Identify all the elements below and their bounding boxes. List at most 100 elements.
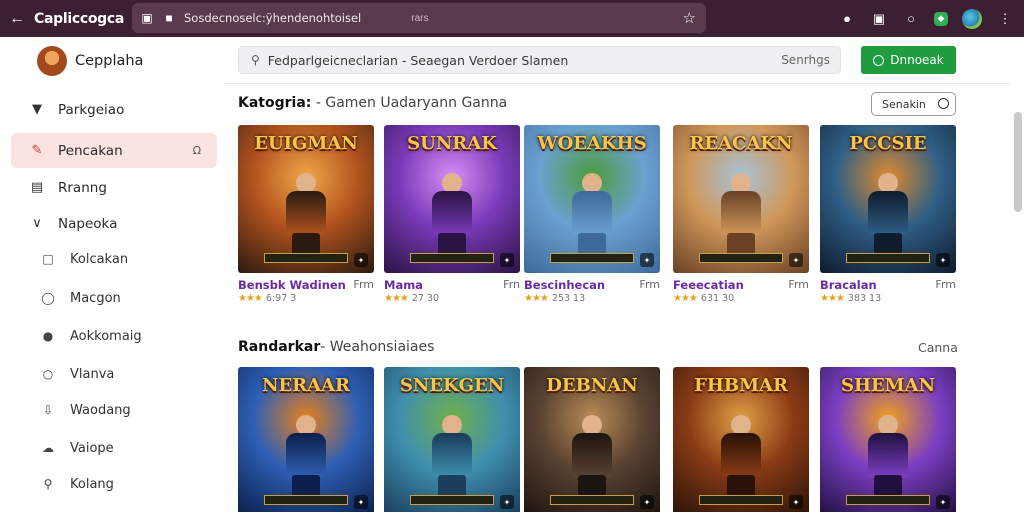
- lock-icon[interactable]: ■: [162, 11, 176, 25]
- game-meta: Frm: [935, 278, 956, 291]
- game-card[interactable]: SUNRAK ✦ Mama Frn ★★★ 27 30: [384, 125, 520, 304]
- search-input[interactable]: ⚲ Fedparlgeicneclarian - Seaegan Verdoer…: [238, 46, 841, 74]
- extension-icon[interactable]: ◆: [934, 11, 948, 26]
- game-meta: Frm: [353, 278, 374, 291]
- cover-banner: [410, 495, 494, 505]
- star-icon[interactable]: ☆: [683, 9, 696, 27]
- headset-icon[interactable]: Ω: [193, 144, 201, 157]
- game-cover-image[interactable]: SUNRAK ✦: [384, 125, 520, 273]
- game-cover-image[interactable]: SNEKGEN ✦: [384, 367, 520, 512]
- star-rating-icon: ★★★: [820, 293, 845, 304]
- sidebar-item-napeoka[interactable]: ∨ Napeoka: [11, 206, 217, 241]
- game-name-text: Bracalan: [820, 278, 877, 292]
- gamepad-icon: ✦: [354, 253, 368, 267]
- circle-icon: ○: [42, 367, 54, 381]
- game-rating: ★★★ 253 13: [524, 293, 660, 304]
- game-cover-image[interactable]: SHEMAN ✦: [820, 367, 956, 512]
- primary-action-button[interactable]: Dnnoeak: [861, 46, 956, 74]
- game-cover-image[interactable]: DEBNAN ✦: [524, 367, 660, 512]
- game-card[interactable]: PCCSIE ✦ Bracalan Frm ★★★ 383 13: [820, 125, 956, 304]
- game-cover-title: SNEKGEN: [399, 375, 505, 396]
- sidebar-item-rranng[interactable]: ▤ Rranng: [11, 170, 217, 205]
- sidebar-subitem-label: Kolang: [70, 476, 114, 492]
- sidebar-item-label: Parkgeiao: [58, 101, 125, 118]
- search-text: Fedparlgeicneclarian - Seaegan Verdoer S…: [267, 52, 569, 68]
- game-card[interactable]: WOEAKHS ✦ Bescinhecan Frm ★★★ 253 13: [524, 125, 660, 304]
- sidebar-subitem-label: Aokkomaig: [70, 328, 142, 344]
- address-bar[interactable]: ▣ ■ Sosdecnoselc:ÿhendenohtoisel rars ☆: [132, 3, 706, 33]
- sidebar-subitem-vlanva[interactable]: ○ Vlanva: [40, 359, 220, 389]
- sidebar-subitem-label: Kolcakan: [70, 251, 129, 267]
- hero-figure: [860, 415, 916, 497]
- section-more-link[interactable]: Canna: [918, 340, 958, 355]
- hero-figure: [860, 173, 916, 255]
- sidebar-subitem-aokkomaig[interactable]: ● Aokkomaig: [40, 321, 220, 351]
- url-text: Sosdecnoselc:ÿhendenohtoisel: [184, 11, 362, 25]
- sidebar-subitem-vaiope[interactable]: ☁ Vaiope: [40, 433, 220, 463]
- game-name[interactable]: Mama Frn: [384, 278, 520, 292]
- lens-icon[interactable]: ▣: [870, 10, 888, 28]
- game-cover-image[interactable]: PCCSIE ✦: [820, 125, 956, 273]
- kebab-icon[interactable]: ⋮: [996, 10, 1014, 28]
- game-name[interactable]: Feeecatian Frm: [673, 278, 809, 292]
- sidebar-item-parkgeiao[interactable]: ▼ Parkgeiao: [11, 92, 217, 127]
- circle-icon[interactable]: ○: [902, 10, 920, 28]
- game-cover-image[interactable]: EUIGMAN ✦: [238, 125, 374, 273]
- game-card[interactable]: FHBMAR ✦: [673, 367, 809, 512]
- puzzle-icon[interactable]: ●: [838, 10, 856, 28]
- back-arrow-icon[interactable]: ←: [0, 0, 34, 37]
- game-name[interactable]: Bensbk Wadinen Frm: [238, 278, 374, 292]
- rating-value: 631 30: [700, 293, 735, 304]
- game-rating: ★★★ 6:97 3: [238, 293, 374, 304]
- avatar-icon[interactable]: [962, 8, 982, 29]
- game-cover-title: PCCSIE: [849, 133, 927, 154]
- game-rating: ★★★ 383 13: [820, 293, 956, 304]
- search-hint[interactable]: Senrhgs: [781, 53, 830, 67]
- cover-banner: [550, 253, 634, 263]
- star-rating-icon: ★★★: [524, 293, 549, 304]
- game-cover-image[interactable]: NERAAR ✦: [238, 367, 374, 512]
- pen-icon: ✎: [31, 143, 43, 158]
- brand[interactable]: Cepplaha: [37, 46, 143, 76]
- sidebar-item-label: Pencakan: [58, 142, 123, 159]
- game-cover-image[interactable]: WOEAKHS ✦: [524, 125, 660, 273]
- game-name-text: Feeecatian: [673, 278, 744, 292]
- game-name[interactable]: Bescinhecan Frm: [524, 278, 660, 292]
- section-search-button[interactable]: Senakin: [871, 92, 956, 116]
- brand-name: Cepplaha: [75, 53, 144, 69]
- game-card[interactable]: DEBNAN ✦: [524, 367, 660, 512]
- shield-icon: ▼: [32, 102, 42, 117]
- sidebar-subitem-kolang[interactable]: ⚲ Kolang: [40, 469, 220, 499]
- sidebar-subitem-waodang[interactable]: ⇩ Waodang: [40, 395, 220, 425]
- sidebar-subitem-kolcakan[interactable]: □ Kolcakan: [40, 244, 220, 274]
- game-cover-image[interactable]: REACAKN ✦: [673, 125, 809, 273]
- user-icon: ⚲: [43, 477, 53, 491]
- scrollbar[interactable]: [1014, 112, 1022, 212]
- sidebar-subitem-label: Vaiope: [70, 440, 114, 456]
- sun-icon: ●: [42, 329, 54, 343]
- section-title: Randarkar- Weahonsiaiaes: [238, 339, 434, 355]
- game-card[interactable]: SHEMAN ✦: [820, 367, 956, 512]
- browser-toolbar: ← Capliccogca ▣ ■ Sosdecnoselc:ÿhendenoh…: [0, 0, 1024, 37]
- game-card[interactable]: EUIGMAN ✦ Bensbk Wadinen Frm ★★★ 6:97 3: [238, 125, 374, 304]
- cloud-icon: ☁: [42, 441, 54, 455]
- game-card[interactable]: REACAKN ✦ Feeecatian Frm ★★★ 631 30: [673, 125, 809, 304]
- game-cover-title: REACAKN: [689, 133, 793, 154]
- sidebar: Cepplaha ▼ Parkgeiao ✎ Pencakan Ω ▤ Rran…: [0, 37, 225, 512]
- sidebar-subitem-macgon[interactable]: ◯ Macgon: [40, 283, 220, 313]
- game-cover-image[interactable]: FHBMAR ✦: [673, 367, 809, 512]
- url-tail: rars: [411, 12, 429, 24]
- cover-banner: [699, 253, 783, 263]
- game-name[interactable]: Bracalan Frm: [820, 278, 956, 292]
- brand-logo-icon: [37, 46, 67, 76]
- game-name-text: Bensbk Wadinen: [238, 278, 346, 292]
- cover-banner: [846, 253, 930, 263]
- gamepad-icon: ✦: [936, 253, 950, 267]
- gamepad-icon: ✦: [936, 495, 950, 509]
- cover-banner: [699, 495, 783, 505]
- gamepad-icon: ✦: [640, 495, 654, 509]
- sidebar-item-label: Napeoka: [58, 215, 118, 232]
- game-card[interactable]: SNEKGEN ✦: [384, 367, 520, 512]
- game-card[interactable]: NERAAR ✦: [238, 367, 374, 512]
- sidebar-item-pencakan[interactable]: ✎ Pencakan Ω: [11, 133, 217, 168]
